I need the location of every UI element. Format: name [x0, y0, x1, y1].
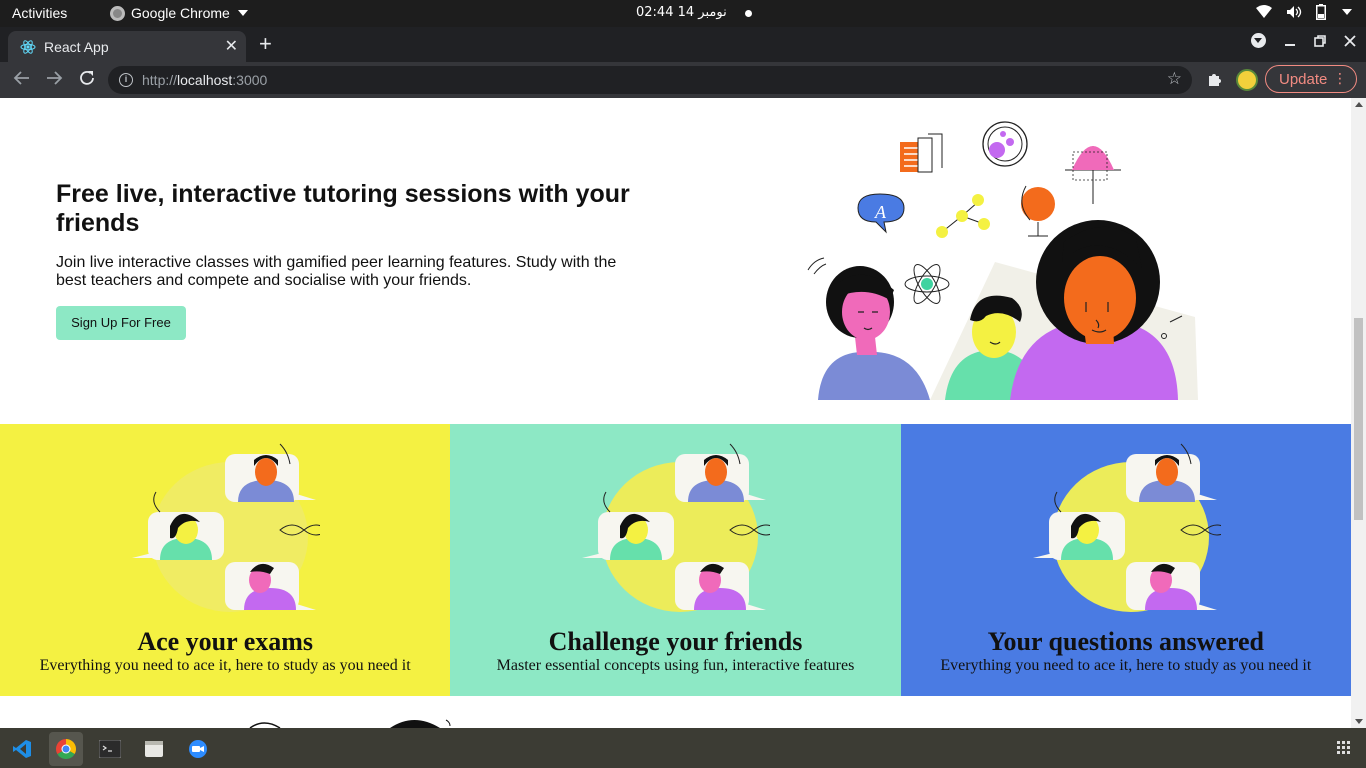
- video-chat-illustration: [582, 443, 771, 612]
- scroll-up-arrow[interactable]: [1355, 102, 1363, 107]
- page-viewport: Free live, interactive tutoring sessions…: [0, 98, 1351, 728]
- site-info-icon[interactable]: i: [119, 73, 133, 87]
- restore-icon[interactable]: [1314, 34, 1326, 47]
- scroll-thumb[interactable]: [1354, 318, 1363, 520]
- profile-avatar[interactable]: [1236, 69, 1258, 91]
- tab-title: React App: [44, 39, 109, 55]
- video-chat-illustration: [132, 443, 320, 612]
- features-row: Ace your exams Everything you need to ac…: [0, 424, 1351, 696]
- scroll-down-arrow[interactable]: [1355, 719, 1363, 724]
- dock-item-zoom[interactable]: [181, 732, 215, 766]
- hero-illustration: A: [807, 121, 1198, 400]
- feature-subtitle: Everything you need to ace it, here to s…: [39, 657, 411, 674]
- forward-icon[interactable]: [45, 69, 63, 87]
- feature-subtitle: Master essential concepts using fun, int…: [496, 657, 855, 674]
- new-tab-button[interactable]: +: [259, 31, 272, 57]
- system-tray[interactable]: [1256, 4, 1352, 20]
- browser-toolbar: i http://localhost:3000 ☆ Update ⋮: [0, 62, 1366, 98]
- feature-card-exams: Ace your exams Everything you need to ac…: [0, 424, 451, 696]
- app-menu-label: Google Chrome: [131, 5, 230, 21]
- dock-item-terminal[interactable]: [93, 732, 127, 766]
- update-button[interactable]: Update ⋮: [1265, 65, 1357, 93]
- window-controls: [1251, 33, 1356, 48]
- feature-subtitle: Everything you need to ace it, here to s…: [940, 657, 1312, 674]
- chevron-down-icon: [237, 10, 248, 16]
- system-top-bar: Activities Google Chrome نومبر 14 02:44: [0, 0, 1366, 27]
- app-menu[interactable]: Google Chrome: [110, 5, 248, 21]
- extensions-puzzle-icon[interactable]: [1207, 71, 1223, 87]
- wifi-icon: [1256, 5, 1272, 18]
- activities-button[interactable]: Activities: [12, 5, 67, 21]
- vscode-icon: [13, 740, 31, 758]
- more-menu-icon[interactable]: ⋮: [1333, 70, 1347, 87]
- notification-dot: [745, 10, 752, 17]
- tab-react-app[interactable]: React App ✕: [8, 31, 246, 62]
- browser-tab-strip: React App ✕ +: [0, 27, 1366, 62]
- clock[interactable]: نومبر 14 02:44: [636, 5, 727, 20]
- address-bar[interactable]: i http://localhost:3000 ☆: [108, 66, 1192, 94]
- zoom-icon: [189, 740, 207, 758]
- page-scrollbar[interactable]: [1351, 98, 1366, 728]
- hero-description: Join live interactive classes with gamif…: [56, 254, 617, 289]
- bookmark-star-icon[interactable]: ☆: [1167, 69, 1182, 89]
- video-chat-illustration: [1032, 443, 1221, 612]
- feature-card-questions: Your questions answered Everything you n…: [900, 424, 1351, 696]
- chrome-icon: [110, 5, 125, 21]
- svg-text:A: A: [874, 202, 887, 222]
- minimize-icon[interactable]: [1284, 35, 1296, 47]
- dock-item-chrome[interactable]: [49, 732, 83, 766]
- volume-icon: [1287, 6, 1302, 18]
- dock: [0, 728, 1366, 768]
- next-section-illustration: [249, 719, 451, 728]
- files-icon: [145, 741, 163, 757]
- update-label: Update: [1279, 71, 1328, 88]
- tab-search-icon[interactable]: [1251, 33, 1266, 48]
- feature-card-challenge: Challenge your friends Master essential …: [450, 424, 901, 696]
- dock-item-files[interactable]: [137, 732, 171, 766]
- feature-title: Ace your exams: [137, 627, 314, 656]
- terminal-icon: [99, 740, 121, 758]
- reload-icon[interactable]: [78, 69, 96, 87]
- sign-up-button[interactable]: Sign Up For Free: [56, 306, 186, 340]
- chevron-down-icon: [1342, 9, 1352, 15]
- close-window-icon[interactable]: [1344, 34, 1356, 47]
- close-icon[interactable]: ✕: [225, 36, 238, 56]
- show-applications-icon[interactable]: [1337, 741, 1350, 754]
- dock-item-vscode[interactable]: [5, 732, 39, 766]
- hero-title: Free live, interactive tutoring sessions…: [56, 180, 630, 237]
- battery-icon: [1316, 4, 1326, 20]
- feature-title: Challenge your friends: [548, 627, 803, 656]
- chrome-icon: [56, 739, 76, 759]
- react-icon: [20, 40, 36, 54]
- url-text[interactable]: http://localhost:3000: [142, 72, 267, 88]
- feature-title: Your questions answered: [987, 627, 1265, 656]
- back-icon[interactable]: [13, 69, 31, 87]
